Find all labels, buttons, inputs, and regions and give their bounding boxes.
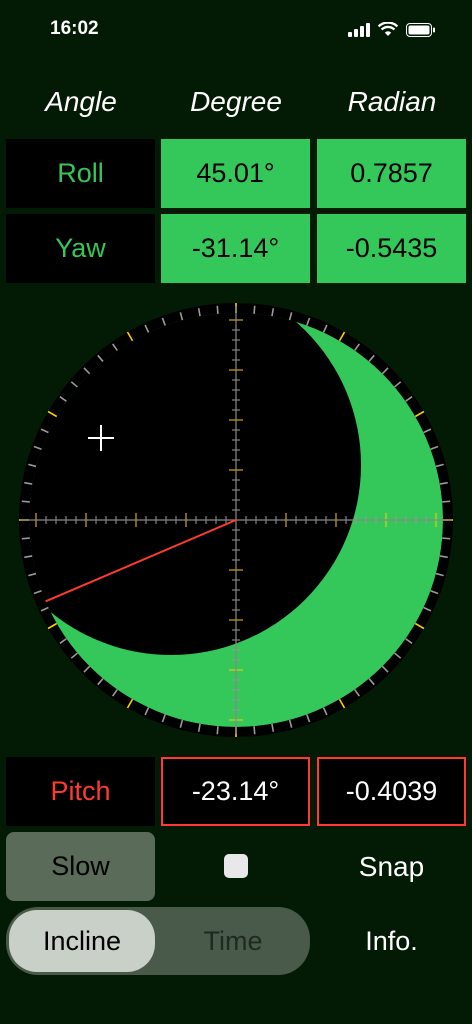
wifi-icon [378, 22, 398, 36]
segment-incline[interactable]: Incline [9, 910, 155, 972]
segment-time[interactable]: Time [159, 910, 307, 972]
snap-label: Snap [358, 850, 425, 882]
gauge-tick [21, 537, 30, 540]
yaw-label: Yaw [6, 214, 155, 283]
yaw-radian-value: -0.5435 [317, 214, 466, 283]
status-time: 16:02 [50, 18, 99, 39]
roll-label: Roll [6, 139, 155, 208]
roll-radian-value: 0.7857 [317, 139, 466, 208]
gauge-tick [253, 726, 256, 735]
header-radian: Radian [347, 86, 437, 117]
gauge-tick [253, 305, 256, 314]
gauge-tick [216, 305, 219, 314]
yaw-degree-value: -31.14° [161, 214, 310, 283]
gauge-tick [442, 500, 451, 503]
gauge-tick [216, 726, 219, 735]
pitch-label: Pitch [6, 757, 155, 826]
battery-icon [406, 22, 435, 37]
pitch-radian-value: -0.4039 [317, 757, 466, 826]
pitch-degree-value: -23.14° [161, 757, 310, 826]
inclinometer-gauge [19, 303, 453, 737]
gauge-tick [21, 500, 30, 503]
signal-icon [348, 22, 370, 37]
status-icons [348, 22, 436, 37]
info-button[interactable]: Info. [317, 907, 466, 975]
header-angle: Angle [45, 86, 117, 117]
roll-degree-value: 45.01° [161, 139, 310, 208]
header-degree: Degree [190, 86, 282, 117]
gauge-tick [442, 537, 451, 540]
slow-button[interactable]: Slow [6, 832, 155, 901]
snap-checkbox[interactable] [224, 854, 248, 878]
